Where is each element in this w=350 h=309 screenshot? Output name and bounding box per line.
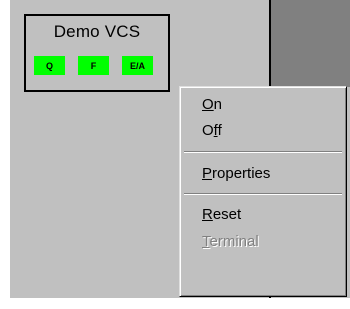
menu-item-reset-rest: eset [212,206,242,223]
menu-separator [184,193,342,195]
menu-item-reset-mnemonic: R [202,206,213,223]
menu-item-off[interactable]: Off [202,120,222,142]
bottom-strip [0,298,350,309]
indicator-ea: E/A [122,56,153,75]
menu-separator [184,151,342,153]
menu-item-on-mnemonic: O [202,96,214,113]
indicator-f: F [78,56,109,75]
indicator-q: Q [34,56,65,75]
vcs-title: Demo VCS [53,22,141,41]
menu-item-off-pre: O [202,122,214,139]
context-menu: On Off Properties Reset Terminal [179,86,347,297]
menu-item-on-rest: n [213,96,223,113]
menu-item-properties-rest: roperties [212,165,271,182]
vcs-widget[interactable]: Demo VCS Q F E/A [24,14,170,92]
menu-item-terminal-rest: erminal [209,233,259,250]
menu-item-properties-mnemonic: P [202,165,213,182]
menu-item-terminal-mnemonic: T [202,233,210,250]
menu-item-reset[interactable]: Reset [202,204,241,226]
menu-item-properties[interactable]: Properties [202,163,270,185]
menu-item-terminal: Terminal [202,231,259,253]
menu-item-on[interactable]: On [202,94,222,116]
dark-background-area [271,0,350,87]
menu-item-off-rest: f [217,122,222,139]
